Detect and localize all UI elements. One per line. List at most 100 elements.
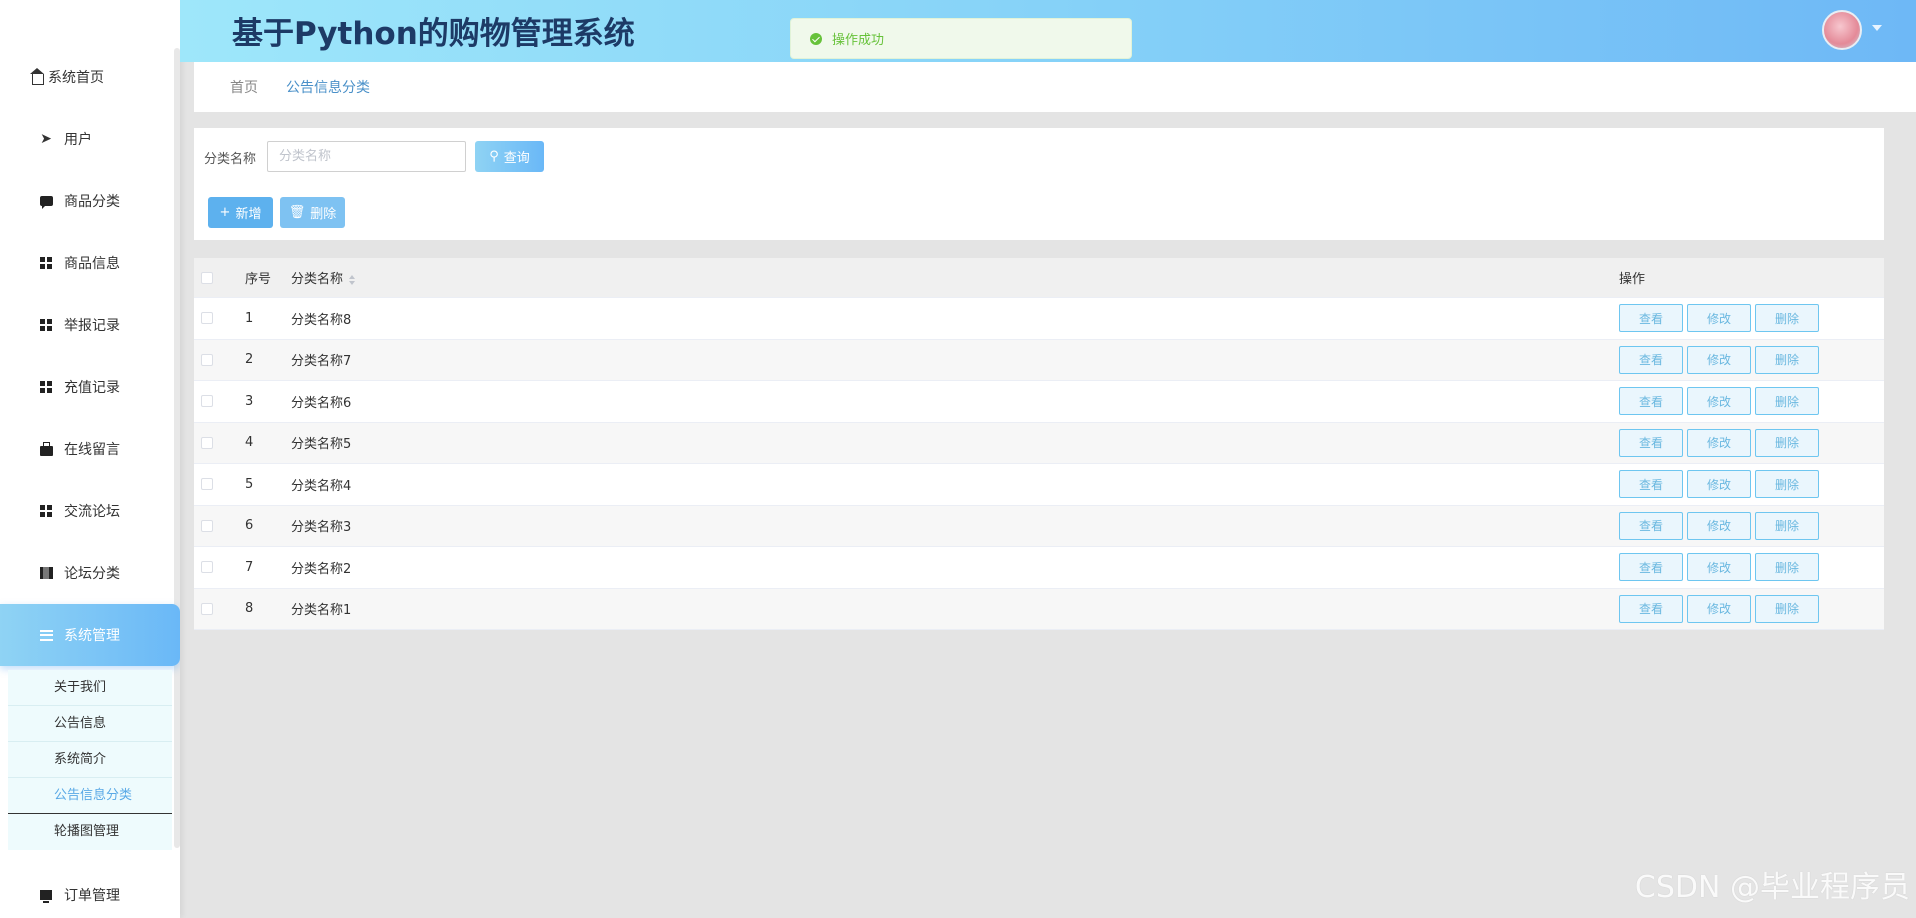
row-name: 分类名称5	[291, 437, 352, 453]
grid-icon	[38, 255, 54, 271]
category-table: 序号 分类名称 操作 1 分类名称8 查看 修改 删除 2 分类名称7 查看 修改 删除 3 分类名称…	[194, 258, 1884, 630]
sidebar-item-label: 订单管理	[64, 888, 120, 904]
row-name: 分类名称7	[291, 354, 352, 370]
row-actions: 查看 修改 删除	[1619, 553, 1819, 582]
breadcrumb-current: 公告信息分类	[286, 80, 370, 96]
delete-button[interactable]: 删除	[1755, 428, 1819, 457]
row-checkbox[interactable]	[201, 602, 213, 615]
sidebar-item-label: 商品分类	[64, 194, 120, 210]
system-submenu: 关于我们 公告信息 系统简介 公告信息分类 轮播图管理	[8, 670, 172, 850]
row-checkbox[interactable]	[201, 353, 213, 366]
trash-icon: 🗑	[288, 205, 306, 220]
view-button[interactable]: 查看	[1619, 345, 1683, 374]
row-actions: 查看 修改 删除	[1619, 594, 1819, 623]
avatar[interactable]	[1822, 10, 1862, 50]
row-name: 分类名称1	[291, 603, 352, 619]
table-row: 3 分类名称6 查看 修改 删除	[194, 381, 1884, 423]
delete-button[interactable]: 删除	[1755, 387, 1819, 416]
sidebar-item-label: 论坛分类	[64, 566, 120, 582]
header-no: 序号	[245, 272, 272, 287]
check-circle-icon	[810, 32, 822, 45]
delete-button[interactable]: 删除	[1755, 553, 1819, 582]
edit-button[interactable]: 修改	[1687, 387, 1751, 416]
delete-button[interactable]: 删除	[1755, 345, 1819, 374]
view-button[interactable]: 查看	[1619, 511, 1683, 540]
sidebar-item-recharge[interactable]: 充值记录	[0, 356, 180, 418]
home-icon	[30, 67, 46, 85]
submenu-item-about[interactable]: 关于我们	[8, 670, 172, 706]
breadcrumb: 首页 公告信息分类	[194, 62, 1916, 112]
search-input[interactable]	[267, 141, 466, 172]
sidebar-item-users[interactable]: ➤ 用户	[0, 108, 180, 170]
sidebar-item-messages[interactable]: 在线留言	[0, 418, 180, 480]
delete-button[interactable]: 删除	[1755, 304, 1819, 333]
chevron-down-icon[interactable]	[1872, 25, 1882, 31]
submenu-item-notices[interactable]: 公告信息	[8, 706, 172, 742]
sidebar-item-home[interactable]: 系统首页	[0, 46, 180, 108]
monitor-icon	[38, 887, 54, 903]
view-button[interactable]: 查看	[1619, 553, 1683, 582]
header-name[interactable]: 分类名称	[291, 268, 356, 287]
row-checkbox[interactable]	[201, 561, 213, 574]
row-actions: 查看 修改 删除	[1619, 345, 1819, 374]
edit-button[interactable]: 修改	[1687, 428, 1751, 457]
sidebar-item-product-info[interactable]: 商品信息	[0, 232, 180, 294]
row-no: 8	[245, 601, 254, 617]
toast-message: 操作成功	[832, 33, 885, 48]
row-checkbox[interactable]	[201, 519, 213, 532]
submenu-item-system-intro[interactable]: 系统简介	[8, 742, 172, 778]
view-button[interactable]: 查看	[1619, 470, 1683, 499]
row-name: 分类名称2	[291, 561, 352, 577]
delete-button[interactable]: 删除	[1755, 511, 1819, 540]
view-button[interactable]: 查看	[1619, 387, 1683, 416]
app-title: 基于Python的购物管理系统	[232, 16, 635, 52]
grid-icon	[38, 317, 54, 333]
edit-button[interactable]: 修改	[1687, 553, 1751, 582]
submenu-item-notice-category[interactable]: 公告信息分类	[8, 778, 172, 814]
row-no: 1	[245, 310, 254, 326]
delete-button[interactable]: 删除	[1755, 594, 1819, 623]
sidebar-item-reports[interactable]: 举报记录	[0, 294, 180, 356]
book-icon	[38, 565, 54, 581]
breadcrumb-home[interactable]: 首页	[230, 77, 258, 97]
delete-button[interactable]: 删除	[1755, 470, 1819, 499]
edit-button[interactable]: 修改	[1687, 470, 1751, 499]
row-no: 5	[245, 476, 254, 492]
row-checkbox[interactable]	[201, 312, 213, 325]
table-row: 8 分类名称1 查看 修改 删除	[194, 588, 1884, 630]
bag-icon	[38, 441, 54, 457]
table-row: 2 分类名称7 查看 修改 删除	[194, 339, 1884, 381]
header-name-label: 分类名称	[291, 272, 344, 287]
sidebar-item-label: 交流论坛	[64, 504, 120, 520]
row-no: 2	[245, 352, 254, 368]
row-name: 分类名称6	[291, 395, 352, 411]
sidebar-item-label: 在线留言	[64, 442, 120, 458]
sidebar-item-product-category[interactable]: 商品分类	[0, 170, 180, 232]
table-row: 6 分类名称3 查看 修改 删除	[194, 505, 1884, 547]
menu-icon	[38, 627, 54, 643]
row-no: 6	[245, 518, 254, 534]
row-checkbox[interactable]	[201, 395, 213, 408]
sort-icon[interactable]	[349, 274, 356, 285]
add-button[interactable]: + 新增	[208, 197, 273, 228]
row-checkbox[interactable]	[201, 436, 213, 449]
edit-button[interactable]: 修改	[1687, 594, 1751, 623]
view-button[interactable]: 查看	[1619, 594, 1683, 623]
edit-button[interactable]: 修改	[1687, 345, 1751, 374]
batch-delete-button[interactable]: 🗑 删除	[280, 197, 345, 228]
edit-button[interactable]: 修改	[1687, 304, 1751, 333]
sidebar-item-forum[interactable]: 交流论坛	[0, 480, 180, 542]
sidebar-item-orders[interactable]: 订单管理	[0, 864, 180, 918]
select-all-checkbox[interactable]	[201, 271, 213, 284]
row-no: 7	[245, 559, 254, 575]
grid-icon	[38, 379, 54, 395]
edit-button[interactable]: 修改	[1687, 511, 1751, 540]
sidebar-item-forum-category[interactable]: 论坛分类	[0, 542, 180, 604]
sidebar-item-system-management[interactable]: 系统管理	[0, 604, 180, 666]
submenu-item-carousel[interactable]: 轮播图管理	[8, 814, 172, 850]
view-button[interactable]: 查看	[1619, 304, 1683, 333]
query-button[interactable]: ⚲ 查询	[475, 141, 544, 172]
view-button[interactable]: 查看	[1619, 428, 1683, 457]
row-checkbox[interactable]	[201, 478, 213, 491]
table-row: 4 分类名称5 查看 修改 删除	[194, 422, 1884, 464]
